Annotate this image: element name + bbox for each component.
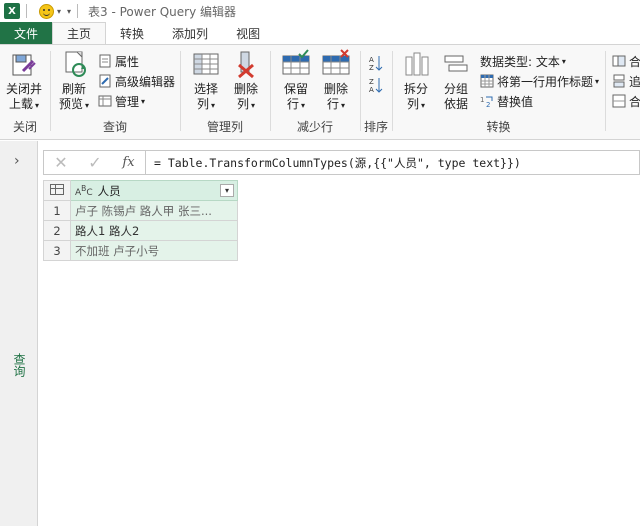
group-divider	[605, 51, 606, 131]
queries-pane: › 查询	[0, 141, 38, 526]
formula-text[interactable]: = Table.TransformColumnTypes(源,{{"人员", t…	[146, 155, 521, 171]
tab-home[interactable]: 主页	[52, 22, 107, 44]
column-header-label: 人员	[97, 183, 121, 198]
column-filter-icon[interactable]: ▾	[220, 184, 234, 197]
table-menu-button[interactable]	[43, 180, 71, 201]
tab-file[interactable]: 文件	[0, 22, 53, 44]
expand-chevron-icon[interactable]: ›	[14, 153, 20, 169]
customize-toolbar-icon[interactable]: ▾	[67, 7, 71, 16]
column-header[interactable]: ABC 人员 ▾	[70, 180, 238, 201]
confirm-formula-icon[interactable]: ✓	[78, 151, 112, 174]
ribbon: 关闭并 上载 ▾ 关闭 刷新 预览 ▾ 属性 高级编辑器 管理 ▾ 查询 选择 列 ▾ …	[0, 44, 640, 168]
table-cell[interactable]: 路人1 路人2	[70, 220, 238, 241]
append-label: 追	[629, 74, 640, 89]
title-separator	[26, 4, 27, 18]
formula-bar: ✕ ✓ fx = Table.TransformColumnTypes(源,{{…	[43, 150, 640, 175]
table-cell[interactable]: 不加班 卢子小号	[70, 240, 238, 261]
append-icon	[612, 74, 626, 88]
title-bar: X ▾ ▾ 表3 - Power Query 编辑器	[0, 0, 640, 22]
title-separator-2	[77, 4, 79, 18]
queries-pane-label: 查询	[12, 353, 26, 377]
group-label-close: 关闭	[12, 120, 37, 134]
feedback-smiley-icon[interactable]	[39, 3, 54, 19]
cancel-formula-icon[interactable]: ✕	[44, 151, 78, 174]
merge-label: 合	[629, 54, 640, 69]
table-cell[interactable]: 卢子 陈锡卢 路人甲 张三...	[70, 200, 238, 221]
function-icon[interactable]: fx	[112, 151, 146, 174]
window-title: 表3 - Power Query 编辑器	[88, 4, 237, 19]
tab-transform[interactable]: 转换	[106, 22, 158, 44]
row-number: 1	[43, 200, 71, 221]
group-label-reduce-rows: 减少行	[296, 120, 333, 134]
row-number: 3	[43, 240, 71, 261]
data-grid: ABC 人员 ▾ 1 卢子 陈锡卢 路人甲 张三... 2 路人1 路人2 3 不…	[43, 180, 238, 261]
combine-files-button[interactable]: 合	[612, 92, 640, 110]
table-icon	[50, 183, 64, 195]
ribbon-tabs: 文件 主页 转换 添加列 视图	[0, 22, 640, 44]
group-label-transform: 转换	[486, 120, 511, 134]
merge-queries-button[interactable]: 合	[612, 52, 640, 70]
chevron-down-icon[interactable]: ▾	[57, 7, 61, 16]
tab-add-column[interactable]: 添加列	[158, 22, 222, 44]
group-label-manage-columns: 管理列	[206, 120, 243, 134]
row-number: 2	[43, 220, 71, 241]
text-type-icon[interactable]: ABC	[75, 184, 93, 198]
tab-view[interactable]: 视图	[222, 22, 274, 44]
excel-app-icon[interactable]: X	[4, 3, 20, 19]
group-label-query: 查询	[102, 120, 127, 134]
table-row: 3 不加班 卢子小号	[43, 240, 238, 261]
combine-label: 合	[629, 94, 640, 109]
merge-icon	[612, 54, 626, 68]
append-queries-button[interactable]: 追	[612, 72, 640, 90]
combine-icon	[612, 94, 626, 108]
table-row: 1 卢子 陈锡卢 路人甲 张三...	[43, 200, 238, 221]
group-label-sort: 排序	[363, 120, 388, 134]
table-row: 2 路人1 路人2	[43, 220, 238, 241]
